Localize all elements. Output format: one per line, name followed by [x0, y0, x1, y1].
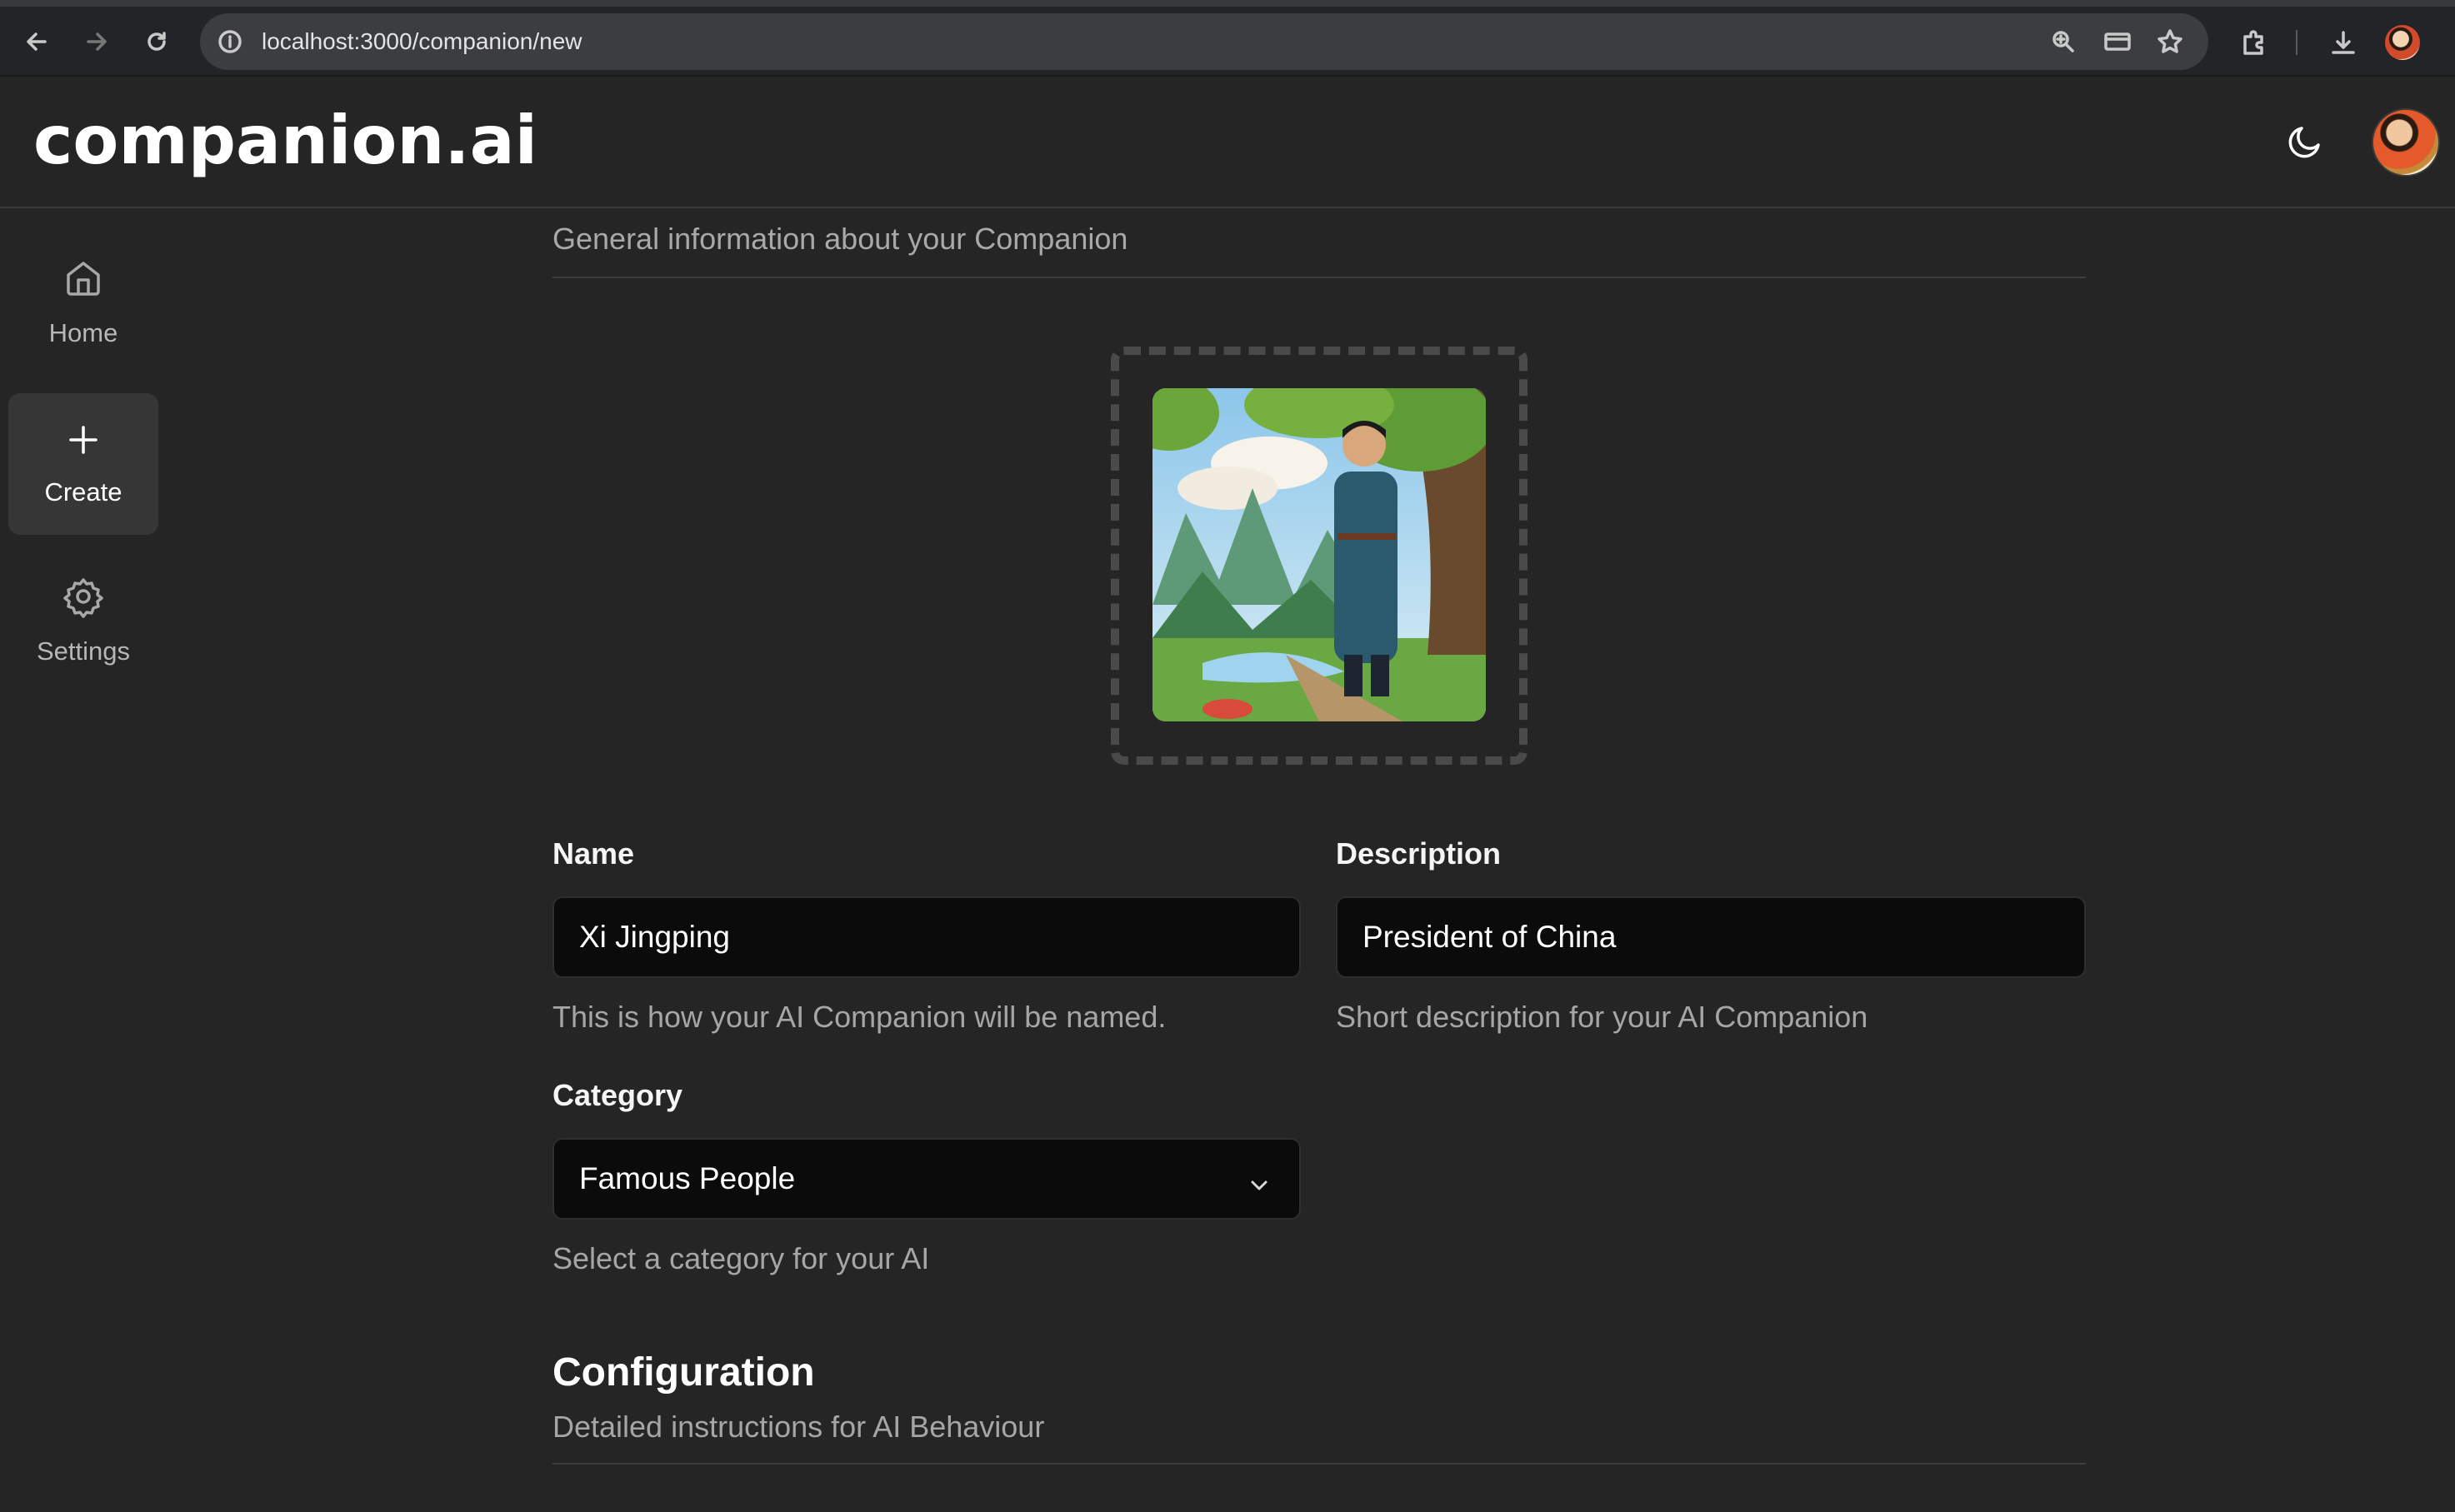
forward-button[interactable] — [77, 23, 117, 63]
back-button[interactable] — [17, 23, 57, 63]
extensions-icon[interactable] — [2240, 28, 2270, 62]
sidebar-item-label: Home — [48, 318, 118, 347]
category-select[interactable]: Famous People — [552, 1138, 1301, 1220]
bookmark-star-icon[interactable] — [2157, 28, 2183, 59]
configuration-subtitle: Detailed instructions for AI Behaviour — [552, 1410, 1045, 1444]
zoom-icon[interactable] — [2050, 28, 2077, 59]
user-avatar[interactable] — [2372, 108, 2440, 177]
browser-profile-avatar[interactable] — [2385, 25, 2420, 60]
reload-icon — [143, 28, 170, 59]
description-input-value: President of China — [1362, 920, 1617, 954]
category-label: Category — [552, 1078, 683, 1112]
sidebar-item-settings[interactable]: Settings — [8, 550, 158, 691]
url-text[interactable]: localhost:3000/companion/new — [262, 28, 582, 55]
section-divider — [552, 277, 2086, 278]
portrait-illustration — [1152, 388, 1486, 721]
image-upload[interactable] — [1111, 347, 1528, 765]
address-bar[interactable]: localhost:3000/companion/new — [200, 13, 2208, 70]
sidebar-item-home[interactable]: Home — [8, 232, 158, 373]
arrow-right-icon — [83, 28, 110, 59]
arrow-left-icon — [23, 28, 50, 59]
plus-icon — [64, 421, 102, 477]
companion-image — [1152, 388, 1486, 721]
name-label: Name — [552, 836, 635, 871]
site-info-icon[interactable] — [217, 28, 243, 59]
app-logo[interactable]: companion.ai — [33, 102, 538, 179]
name-input-value: Xi Jingping — [579, 920, 731, 954]
sidebar-item-label: Create — [44, 477, 122, 506]
browser-toolbar: localhost:3000/companion/new — [0, 0, 2455, 77]
toolbar-separator — [2296, 30, 2298, 55]
sidebar: Home Create Settings — [0, 210, 167, 1512]
description-help-text: Short description for your AI Companion — [1336, 1000, 1868, 1034]
app-header: companion.ai — [0, 78, 2455, 208]
chevron-down-icon — [1248, 1170, 1271, 1205]
home-icon — [62, 257, 105, 318]
sidebar-item-label: Settings — [36, 636, 130, 666]
gear-icon — [62, 575, 105, 636]
card-icon[interactable] — [2103, 28, 2132, 59]
section-divider — [552, 1463, 2086, 1465]
category-help-text: Select a category for your AI — [552, 1241, 930, 1275]
sidebar-item-create[interactable]: Create — [8, 393, 158, 535]
configuration-title: Configuration — [552, 1350, 815, 1395]
reload-button[interactable] — [137, 23, 177, 63]
general-info-subtitle: General information about your Companion — [552, 222, 1128, 256]
download-icon[interactable] — [2328, 28, 2358, 62]
description-input[interactable]: President of China — [1336, 896, 2086, 978]
name-input[interactable]: Xi Jingping — [552, 896, 1301, 978]
category-select-value: Famous People — [579, 1161, 796, 1195]
description-label: Description — [1336, 836, 1502, 871]
moon-icon[interactable] — [2283, 120, 2327, 163]
name-help-text: This is how your AI Companion will be na… — [552, 1000, 1167, 1034]
